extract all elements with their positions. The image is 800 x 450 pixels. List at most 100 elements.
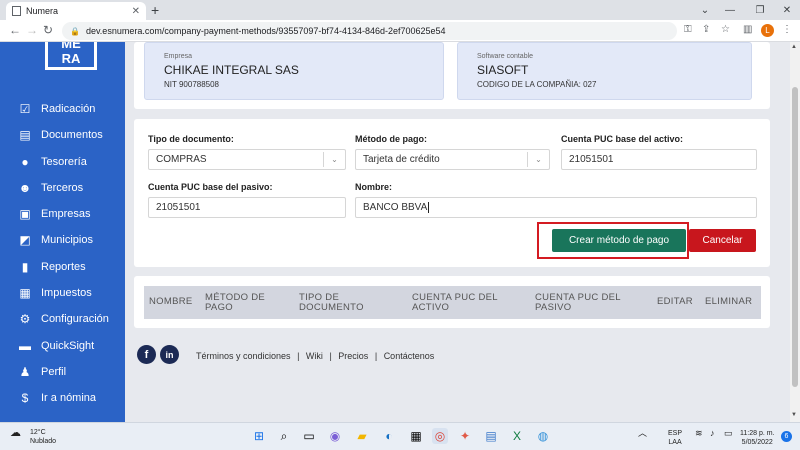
sidebar-item-reportes[interactable]: ▮ Reportes (18, 257, 86, 277)
edge-icon[interactable]: ◐ (381, 428, 397, 444)
key-icon[interactable]: ⚿ (684, 24, 692, 35)
bookmark-star-icon[interactable]: ☆ (721, 24, 730, 35)
restore-button[interactable]: ❐ (745, 0, 775, 20)
users-icon: ☻ (18, 181, 32, 195)
close-tab-icon[interactable]: ✕ (132, 6, 140, 17)
numera-logo[interactable]: ME RA (45, 42, 97, 70)
scroll-thumb[interactable] (792, 87, 798, 387)
col-puc-activo: CUENTA PUC DEL ACTIVO (412, 292, 498, 313)
sidebar-item-municipios[interactable]: ◩ Municipios (18, 230, 93, 250)
menu-dots-icon[interactable]: ⋮ (782, 24, 792, 35)
file-explorer-icon[interactable]: ▰ (354, 428, 370, 444)
puc-asset-input[interactable]: 21051501 (561, 149, 757, 170)
user-icon: ♟ (19, 365, 31, 379)
col-eliminar: ELIMINAR (705, 296, 753, 307)
calculator-icon: ▦ (19, 286, 31, 300)
profile-avatar[interactable]: L (761, 24, 774, 37)
address-bar-row: ← → ↻ 🔒 dev.esnumera.com/company-payment… (0, 20, 800, 42)
close-window-button[interactable]: ✕ (772, 0, 800, 20)
cancel-button[interactable]: Cancelar (689, 229, 756, 252)
tab-title: Numera (26, 6, 59, 16)
payment-method-select[interactable]: Tarjeta de crédito ⌄ (355, 149, 550, 170)
tray-chevron-icon[interactable]: ︿ (638, 429, 647, 438)
payment-method-label: Método de pago: (355, 134, 427, 144)
puc-liability-label: Cuenta PUC base del pasivo: (148, 182, 273, 192)
contact-link[interactable]: Contáctenos (384, 351, 435, 361)
windows-taskbar: ☁ 12°C Nublado ⊞ ⌕ ▭ ◉ ▰ ◐ ▦ ◎ ✦ ▤ X ◍ ︿… (0, 422, 800, 450)
chevron-down-icon: ⌄ (323, 152, 345, 167)
table-header: NOMBRE MÉTODO DE PAGO TIPO DE DOCUMENTO … (144, 286, 761, 319)
pricing-link[interactable]: Precios (338, 351, 368, 361)
sidebar-item-tesoreria[interactable]: ● Tesorería (18, 152, 86, 172)
chevron-down-icon: ⌄ (527, 152, 549, 167)
sidebar: ME RA ☑ Radicación ▤ Documentos ● Tesorería… (0, 42, 125, 422)
app-icon-globe[interactable]: ◍ (535, 428, 551, 444)
store-icon[interactable]: ▦ (408, 428, 424, 444)
new-tab-button[interactable]: + (151, 2, 159, 18)
sidebar-item-empresas[interactable]: ▣ Empresas (18, 204, 90, 224)
sidebar-item-configuracion[interactable]: ⚙ Configuración (18, 309, 109, 329)
lock-icon: 🔒 (70, 26, 80, 36)
search-icon[interactable]: ⌕ (276, 428, 292, 444)
reload-icon[interactable]: ↻ (43, 23, 53, 37)
calculator-app-icon[interactable]: ▤ (483, 428, 499, 444)
software-box: Software contable SIASOFT CODIGO DE LA C… (457, 42, 752, 100)
volume-icon[interactable]: ♪ (710, 429, 715, 438)
browser-tab[interactable]: Numera ✕ (6, 2, 146, 20)
doc-type-label: Tipo de documento: (148, 134, 234, 144)
documents-icon: ▤ (19, 128, 31, 142)
money-icon: $ (21, 391, 29, 405)
sidebar-item-ir-a-nomina[interactable]: $ Ir a nómina (18, 388, 96, 408)
url-field[interactable]: 🔒 dev.esnumera.com/company-payment-metho… (62, 22, 677, 40)
name-label: Nombre: (355, 182, 393, 192)
name-input[interactable]: BANCO BBVA (355, 197, 757, 218)
teams-chat-icon[interactable]: ◉ (327, 428, 343, 444)
linkedin-icon[interactable]: in (160, 345, 179, 364)
terms-link[interactable]: Términos y condiciones (196, 351, 291, 361)
cloud-icon: ☁ (10, 427, 21, 439)
sidebar-item-perfil[interactable]: ♟ Perfil (18, 362, 66, 382)
doc-type-select[interactable]: COMPRAS ⌄ (148, 149, 346, 170)
excel-icon[interactable]: X (509, 428, 525, 444)
language-indicator[interactable]: ESP LAA (668, 429, 682, 447)
url-text: dev.esnumera.com/company-payment-methods… (85, 26, 446, 36)
sidebar-item-terceros[interactable]: ☻ Terceros (18, 178, 84, 198)
back-icon[interactable]: ← (9, 23, 21, 37)
app-icon-red[interactable]: ✦ (457, 428, 473, 444)
company-caption: Empresa (164, 53, 193, 60)
company-code: CODIGO DE LA COMPAÑIA: 027 (477, 80, 597, 89)
software-caption: Software contable (477, 53, 534, 60)
sidebar-item-documentos[interactable]: ▤ Documentos (18, 125, 102, 145)
wifi-icon[interactable]: ≋ (695, 429, 703, 438)
company-name: CHIKAE INTEGRAL SAS (164, 63, 299, 77)
windows-start-icon[interactable]: ⊞ (251, 428, 267, 444)
briefcase-icon: ▣ (19, 207, 31, 221)
clock[interactable]: 11:28 p. m. 5/05/2022 (740, 429, 775, 447)
battery-icon[interactable]: ▭ (724, 429, 733, 438)
task-view-icon[interactable]: ▭ (301, 428, 317, 444)
facebook-icon[interactable]: f (137, 345, 156, 364)
scroll-up-icon[interactable]: ▲ (791, 44, 797, 50)
footer-links: Términos y condiciones | Wiki | Precios … (196, 351, 435, 361)
weather-widget[interactable]: ☁ 12°C Nublado (10, 427, 56, 446)
map-icon: ◩ (19, 233, 31, 247)
sidebar-item-radicacion[interactable]: ☑ Radicación (18, 99, 96, 119)
minimize-button[interactable]: — (715, 0, 745, 20)
notifications-badge[interactable]: 6 (781, 431, 792, 442)
share-icon[interactable]: ⇪ (702, 24, 710, 35)
side-panel-icon[interactable]: ▥ (743, 24, 752, 35)
sidebar-item-impuestos[interactable]: ▦ Impuestos (18, 283, 91, 303)
col-nombre: NOMBRE (149, 296, 193, 307)
sidebar-item-quicksight[interactable]: ▬ QuickSight (18, 336, 94, 356)
forward-icon[interactable]: → (26, 23, 38, 37)
wiki-link[interactable]: Wiki (306, 351, 323, 361)
col-editar: EDITAR (657, 296, 693, 307)
browser-tab-strip: Numera ✕ + ⌄ — ❐ ✕ (0, 0, 800, 20)
puc-liability-input[interactable]: 21051501 (148, 197, 346, 218)
create-payment-method-button[interactable]: Crear método de pago (552, 229, 686, 252)
check-square-icon: ☑ (19, 102, 31, 116)
page-scrollbar[interactable]: ▲ ▼ (790, 42, 800, 422)
chrome-icon[interactable]: ◎ (432, 428, 448, 444)
chat-icon: ▬ (19, 339, 31, 353)
scroll-down-icon[interactable]: ▼ (791, 412, 797, 418)
